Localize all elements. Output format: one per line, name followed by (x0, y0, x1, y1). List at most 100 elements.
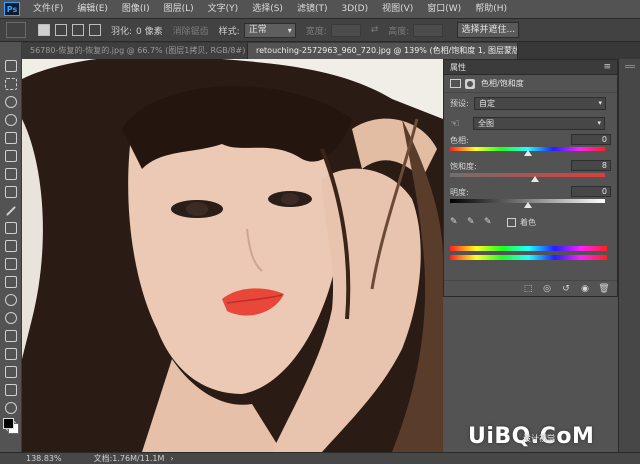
trash-icon[interactable]: 🗑 (597, 284, 611, 294)
panel-dock-strip (618, 59, 640, 452)
lasso-tool-icon[interactable] (5, 96, 17, 108)
colorize-label: 着色 (520, 217, 536, 227)
feather-input[interactable]: 0 像素 (136, 24, 163, 37)
pen-tool-icon[interactable] (5, 330, 17, 342)
dock-grip-icon[interactable] (625, 65, 635, 68)
watermark-subtext: 设计视觉 (523, 434, 555, 443)
tab-document-1[interactable]: 56780-恢复的-恢复的.jpg @ 66.7% (图层1拷贝, RGB/8#… (22, 43, 248, 59)
document-tabs: 56780-恢复的-恢复的.jpg @ 66.7% (图层1拷贝, RGB/8#… (22, 42, 640, 59)
menu-filter[interactable]: 滤镜(T) (290, 0, 335, 18)
hue-label: 色相: (450, 136, 469, 145)
status-menu-arrow-icon[interactable]: › (170, 454, 173, 463)
hue-value-field[interactable]: 0 (571, 134, 611, 145)
eyedropper-row: ✎ ✎ ✎ 着色 (444, 213, 617, 231)
adjustment-layer-icon[interactable] (450, 79, 461, 88)
menu-file[interactable]: 文件(F) (26, 0, 70, 18)
clip-to-layer-icon[interactable]: ⬚ (521, 284, 535, 294)
saturation-slider-block: 饱和度: 8 (444, 159, 617, 185)
saturation-slider-thumb[interactable] (531, 176, 539, 182)
menu-view[interactable]: 视图(V) (375, 0, 420, 18)
feather-label: 羽化: (111, 26, 133, 37)
menu-select[interactable]: 选择(S) (245, 0, 290, 18)
menu-type[interactable]: 文字(Y) (201, 0, 246, 18)
eyedropper-tool-icon[interactable] (5, 168, 17, 180)
document-canvas[interactable] (22, 59, 443, 452)
reset-adjustment-icon[interactable]: ↺ (559, 284, 573, 294)
foreground-color-swatch[interactable] (3, 418, 14, 429)
frame-tool-icon[interactable] (5, 150, 17, 162)
brush-tool-icon[interactable] (6, 206, 16, 216)
height-label: 高度: (388, 26, 410, 37)
add-selection-icon[interactable] (55, 24, 67, 36)
channel-row: ☜ 全图 (444, 113, 617, 133)
history-brush-icon[interactable] (5, 240, 17, 252)
style-select[interactable]: 正常 (243, 22, 296, 38)
blur-tool-icon[interactable] (5, 294, 17, 306)
lightness-slider-block: 明度: 0 (444, 185, 617, 211)
saturation-value-field[interactable]: 8 (571, 160, 611, 171)
subtract-selection-icon[interactable] (72, 24, 84, 36)
menu-3d[interactable]: 3D(D) (334, 0, 375, 18)
type-tool-icon[interactable] (5, 348, 17, 360)
properties-panel: 属性 ≡ 色相/饱和度 预设: 自定 ☜ 全图 色相: 0 饱和度: 8 明度:… (443, 59, 618, 297)
colorize-checkbox[interactable] (507, 217, 516, 227)
toggle-visibility-icon[interactable]: ◉ (578, 284, 592, 294)
eyedropper-plus-icon[interactable]: ✎ (467, 217, 477, 227)
preset-row: 预设: 自定 (444, 93, 617, 113)
rectangular-marquee-icon[interactable] (5, 78, 17, 90)
marquee-tool-preset-icon[interactable] (6, 22, 26, 38)
height-field[interactable] (413, 23, 444, 37)
hue-slider-thumb[interactable] (524, 150, 532, 156)
channel-select[interactable]: 全图 (473, 116, 605, 130)
crop-tool-icon[interactable] (5, 132, 17, 144)
document-size: 文档:1.76M/11.1M (93, 454, 165, 463)
tools-panel (0, 42, 22, 452)
tab-document-1-label: 56780-恢复的-恢复的.jpg @ 66.7% (图层1拷贝, RGB/8#… (30, 46, 248, 55)
gradient-tool-icon[interactable] (5, 276, 17, 288)
eyedropper-minus-icon[interactable]: ✎ (484, 217, 494, 227)
dodge-tool-icon[interactable] (5, 312, 17, 324)
properties-panel-title: 属性 (450, 62, 466, 72)
antialias-checkbox[interactable]: 消除锯齿 (173, 24, 209, 37)
rectangle-tool-icon[interactable] (5, 384, 17, 396)
menu-help[interactable]: 帮助(H) (468, 0, 514, 18)
menu-window[interactable]: 窗口(W) (420, 0, 468, 18)
saturation-label: 饱和度: (450, 162, 477, 171)
saturation-slider-track[interactable] (450, 173, 605, 177)
properties-panel-footer: ⬚ ◎ ↺ ◉ 🗑 (444, 280, 617, 296)
lightness-label: 明度: (450, 188, 469, 197)
layer-mask-icon[interactable] (465, 78, 475, 89)
intersect-selection-icon[interactable] (89, 24, 101, 36)
select-and-mask-button[interactable]: 选择并遮住... (457, 22, 520, 38)
zoom-level[interactable]: 138.83% (26, 454, 62, 463)
swap-icon[interactable]: ⇄ (371, 25, 379, 35)
menu-layer[interactable]: 图层(L) (157, 0, 201, 18)
menu-image[interactable]: 图像(I) (115, 0, 157, 18)
photoshop-logo: Ps (4, 2, 20, 16)
width-field[interactable] (330, 23, 361, 37)
hue-slider-block: 色相: 0 (444, 133, 617, 159)
panel-menu-icon[interactable]: ≡ (603, 62, 611, 72)
clone-stamp-icon[interactable] (5, 222, 17, 234)
targeted-adjustment-hand-icon[interactable]: ☜ (450, 117, 463, 130)
hand-tool-icon[interactable] (5, 402, 17, 414)
preset-label: 预设: (450, 98, 469, 108)
properties-panel-header: 属性 ≡ (444, 60, 617, 75)
eyedropper-icon[interactable]: ✎ (450, 217, 460, 227)
healing-brush-icon[interactable] (5, 186, 17, 198)
lightness-slider-thumb[interactable] (524, 202, 532, 208)
eraser-tool-icon[interactable] (5, 258, 17, 270)
view-previous-state-icon[interactable]: ◎ (540, 284, 554, 294)
tab-document-2[interactable]: retouching-2572963_960_720.jpg @ 139% (色… (248, 43, 518, 59)
portrait-photo (22, 59, 443, 452)
width-label: 宽度: (305, 26, 327, 37)
move-tool-icon[interactable] (5, 60, 17, 72)
menu-edit[interactable]: 编辑(E) (70, 0, 115, 18)
preset-select[interactable]: 自定 (474, 96, 606, 110)
style-label: 样式: (218, 26, 240, 37)
new-selection-icon[interactable] (38, 24, 50, 36)
lightness-value-field[interactable]: 0 (571, 186, 611, 197)
output-color-spectrum (450, 255, 607, 260)
path-selection-icon[interactable] (5, 366, 17, 378)
quick-selection-icon[interactable] (5, 114, 17, 126)
